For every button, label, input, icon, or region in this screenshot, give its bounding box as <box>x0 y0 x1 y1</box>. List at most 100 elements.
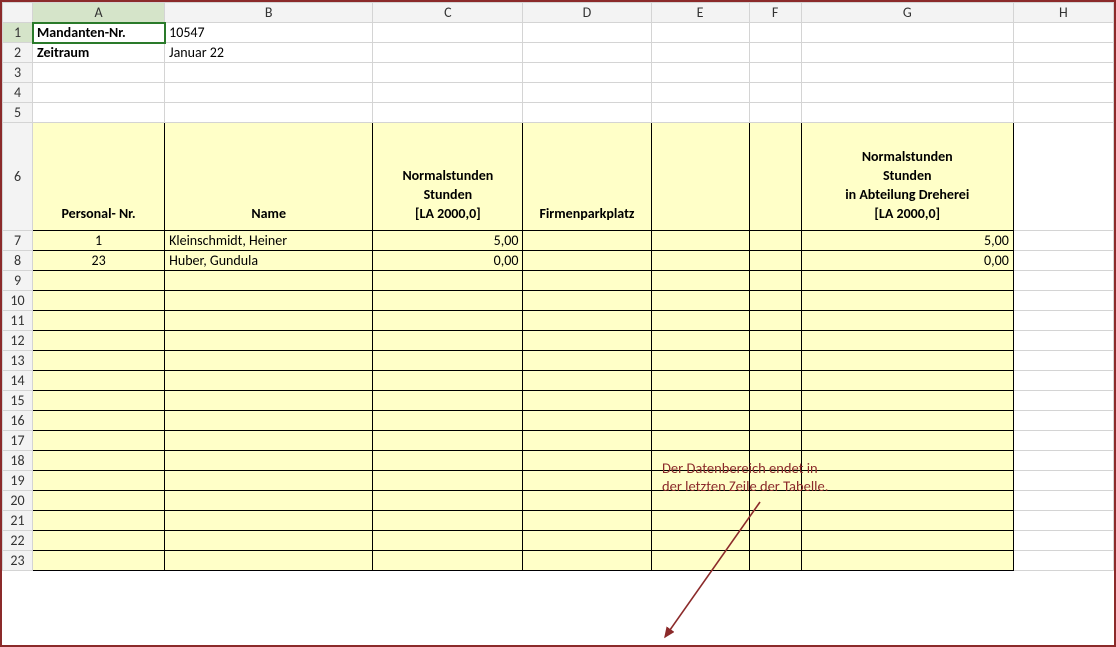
row-head-2[interactable]: 2 <box>3 43 33 63</box>
cell-H11[interactable] <box>1013 311 1113 331</box>
table-row[interactable]: 71Kleinschmidt, Heiner5,005,00 <box>3 231 1114 251</box>
cell-c[interactable]: 0,00 <box>373 251 523 271</box>
cell-H14[interactable] <box>1013 371 1113 391</box>
col-head-D[interactable]: D <box>523 3 651 23</box>
row-5[interactable]: 5 <box>3 103 1114 123</box>
cell-H19[interactable] <box>1013 471 1113 491</box>
cell-c[interactable]: 5,00 <box>373 231 523 251</box>
cell-g[interactable]: 0,00 <box>801 251 1013 271</box>
cell-E1[interactable] <box>651 23 749 43</box>
col-head-G[interactable]: G <box>801 3 1013 23</box>
cell-H18[interactable] <box>1013 451 1113 471</box>
table-row[interactable]: 823Huber, Gundula0,000,00 <box>3 251 1114 271</box>
table-row[interactable]: 11 <box>3 311 1114 331</box>
cell-F2[interactable] <box>749 43 801 63</box>
table-row[interactable]: 18 <box>3 451 1114 471</box>
cell-H1[interactable] <box>1013 23 1113 43</box>
cell-name[interactable]: Huber, Gundula <box>165 251 373 271</box>
cell-name[interactable]: Kleinschmidt, Heiner <box>165 231 373 251</box>
row-head-3[interactable]: 3 <box>3 63 33 83</box>
sheet-body[interactable]: 1 Mandanten-Nr. 10547 2 Zeitraum Januar … <box>3 23 1114 571</box>
cell-H13[interactable] <box>1013 351 1113 371</box>
row-head-19[interactable]: 19 <box>3 471 33 491</box>
row-head-17[interactable]: 17 <box>3 431 33 451</box>
row-4[interactable]: 4 <box>3 83 1114 103</box>
col-head-E[interactable]: E <box>651 3 749 23</box>
row-2[interactable]: 2 Zeitraum Januar 22 <box>3 43 1114 63</box>
row-head-14[interactable]: 14 <box>3 371 33 391</box>
row-head-12[interactable]: 12 <box>3 331 33 351</box>
cell-H20[interactable] <box>1013 491 1113 511</box>
row-head-7[interactable]: 7 <box>3 231 33 251</box>
table-row[interactable]: 22 <box>3 531 1114 551</box>
cell-G1[interactable] <box>801 23 1013 43</box>
cell-D2[interactable] <box>523 43 651 63</box>
cell-H6[interactable] <box>1013 123 1113 231</box>
row-3[interactable]: 3 <box>3 63 1114 83</box>
table-row[interactable]: 15 <box>3 391 1114 411</box>
row-head-15[interactable]: 15 <box>3 391 33 411</box>
table-row[interactable]: 21 <box>3 511 1114 531</box>
cell-H23[interactable] <box>1013 551 1113 571</box>
cell-nr[interactable]: 23 <box>33 251 165 271</box>
select-all-corner[interactable] <box>3 3 33 23</box>
cell-H10[interactable] <box>1013 291 1113 311</box>
cell-H21[interactable] <box>1013 511 1113 531</box>
cell-A2[interactable]: Zeitraum <box>33 43 165 63</box>
cell-H17[interactable] <box>1013 431 1113 451</box>
cell-e[interactable] <box>651 251 749 271</box>
cell-H15[interactable] <box>1013 391 1113 411</box>
row-head-13[interactable]: 13 <box>3 351 33 371</box>
cell-A1[interactable]: Mandanten-Nr. <box>33 23 165 43</box>
cell-d[interactable] <box>523 231 651 251</box>
cell-C2[interactable] <box>373 43 523 63</box>
row-head-6[interactable]: 6 <box>3 123 33 231</box>
table-row[interactable]: 14 <box>3 371 1114 391</box>
row-head-22[interactable]: 22 <box>3 531 33 551</box>
cell-H12[interactable] <box>1013 331 1113 351</box>
cell-C1[interactable] <box>373 23 523 43</box>
row-head-1[interactable]: 1 <box>3 23 33 43</box>
cell-H8[interactable] <box>1013 251 1113 271</box>
cell-H22[interactable] <box>1013 531 1113 551</box>
table-row[interactable]: 13 <box>3 351 1114 371</box>
cell-f[interactable] <box>749 231 801 251</box>
row-head-20[interactable]: 20 <box>3 491 33 511</box>
spreadsheet[interactable]: A B C D E F G H 1 Mandanten-Nr. 10547 <box>2 2 1114 571</box>
table-row[interactable]: 12 <box>3 331 1114 351</box>
cell-H16[interactable] <box>1013 411 1113 431</box>
col-head-A[interactable]: A <box>33 3 165 23</box>
row-head-21[interactable]: 21 <box>3 511 33 531</box>
row-head-4[interactable]: 4 <box>3 83 33 103</box>
col-head-H[interactable]: H <box>1013 3 1113 23</box>
col-head-F[interactable]: F <box>749 3 801 23</box>
cell-B2[interactable]: Januar 22 <box>165 43 373 63</box>
table-row[interactable]: 23 <box>3 551 1114 571</box>
table-row[interactable]: 17 <box>3 431 1114 451</box>
column-header-row[interactable]: A B C D E F G H <box>3 3 1114 23</box>
cell-g[interactable]: 5,00 <box>801 231 1013 251</box>
cell-f[interactable] <box>749 251 801 271</box>
col-head-C[interactable]: C <box>373 3 523 23</box>
row-head-11[interactable]: 11 <box>3 311 33 331</box>
row-head-9[interactable]: 9 <box>3 271 33 291</box>
table-row[interactable]: 9 <box>3 271 1114 291</box>
table-row[interactable]: 16 <box>3 411 1114 431</box>
row-head-8[interactable]: 8 <box>3 251 33 271</box>
cell-d[interactable] <box>523 251 651 271</box>
cell-B1[interactable]: 10547 <box>165 23 373 43</box>
cell-nr[interactable]: 1 <box>33 231 165 251</box>
cell-e[interactable] <box>651 231 749 251</box>
col-head-B[interactable]: B <box>165 3 373 23</box>
cell-D1[interactable] <box>523 23 651 43</box>
cell-E2[interactable] <box>651 43 749 63</box>
cell-H7[interactable] <box>1013 231 1113 251</box>
row-head-10[interactable]: 10 <box>3 291 33 311</box>
row-head-16[interactable]: 16 <box>3 411 33 431</box>
cell-G2[interactable] <box>801 43 1013 63</box>
cell-H9[interactable] <box>1013 271 1113 291</box>
table-row[interactable]: 19 <box>3 471 1114 491</box>
table-row[interactable]: 10 <box>3 291 1114 311</box>
cell-F1[interactable] <box>749 23 801 43</box>
row-head-23[interactable]: 23 <box>3 551 33 571</box>
